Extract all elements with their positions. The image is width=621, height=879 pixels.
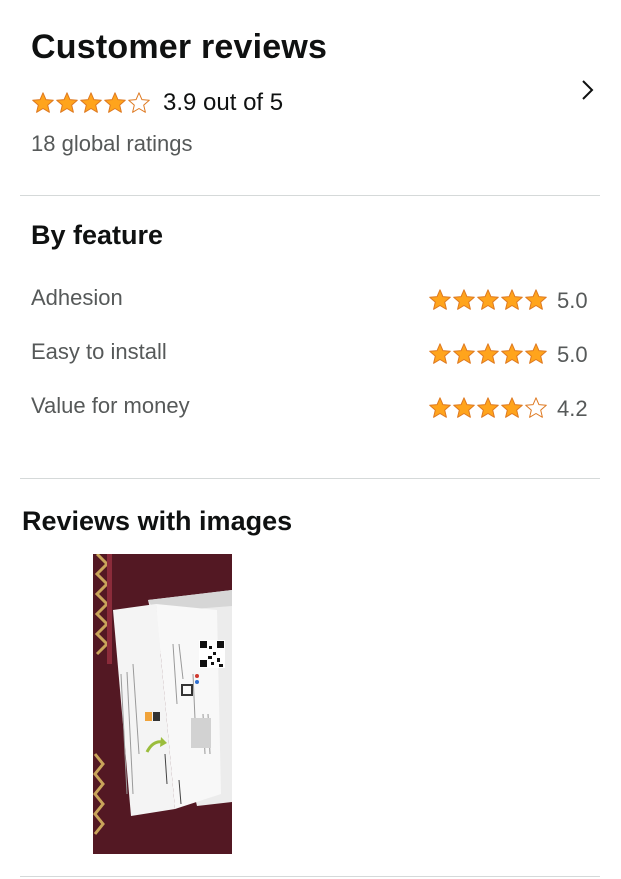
overall-rating-text: 3.9 out of 5 — [163, 89, 284, 116]
feature-star-rating — [428, 342, 548, 366]
customer-reviews-title: Customer reviews — [31, 28, 328, 66]
star-icon — [32, 92, 54, 113]
reviews-with-images-section: Reviews with images — [0, 479, 621, 879]
overall-rating-row[interactable]: 3.9 out of 5 — [31, 88, 283, 118]
feature-label: Easy to install — [31, 339, 167, 364]
star-icon — [453, 397, 475, 418]
feature-star-rating — [428, 288, 548, 312]
customer-reviews-section: Customer reviews 3.9 out of 5 18 global … — [0, 0, 621, 196]
feature-rating-value: 5.0 — [557, 342, 588, 367]
star-icon — [128, 92, 150, 113]
global-ratings-count: 18 global ratings — [31, 131, 193, 156]
chevron-right-icon[interactable] — [573, 76, 601, 104]
review-photo[interactable] — [93, 554, 232, 854]
star-icon — [501, 343, 523, 364]
feature-row-adhesion: Adhesion 5.0 — [0, 282, 621, 318]
by-feature-title: By feature — [31, 220, 164, 250]
feature-label: Adhesion — [31, 285, 123, 310]
overall-star-rating — [31, 91, 151, 115]
star-icon — [525, 289, 547, 310]
reviews-with-images-title: Reviews with images — [22, 506, 293, 536]
feature-rating-value: 5.0 — [557, 288, 588, 313]
star-icon — [453, 289, 475, 310]
star-icon — [501, 289, 523, 310]
star-icon — [501, 397, 523, 418]
star-icon — [453, 343, 475, 364]
by-feature-section: By feature Adhesion 5.0 Easy to install … — [0, 196, 621, 479]
feature-label: Value for money — [31, 393, 190, 418]
star-icon — [525, 343, 547, 364]
star-icon — [56, 92, 78, 113]
star-icon — [80, 92, 102, 113]
feature-row-value-for-money: Value for money 4.2 — [0, 390, 621, 426]
star-icon — [477, 343, 499, 364]
star-icon — [429, 289, 451, 310]
star-icon — [429, 343, 451, 364]
star-icon — [104, 92, 126, 113]
feature-row-easy-to-install: Easy to install 5.0 — [0, 336, 621, 372]
star-icon — [477, 397, 499, 418]
feature-rating-value: 4.2 — [557, 396, 588, 421]
divider — [20, 876, 600, 877]
star-icon — [429, 397, 451, 418]
star-icon — [477, 289, 499, 310]
feature-star-rating — [428, 396, 548, 420]
star-icon — [525, 397, 547, 418]
